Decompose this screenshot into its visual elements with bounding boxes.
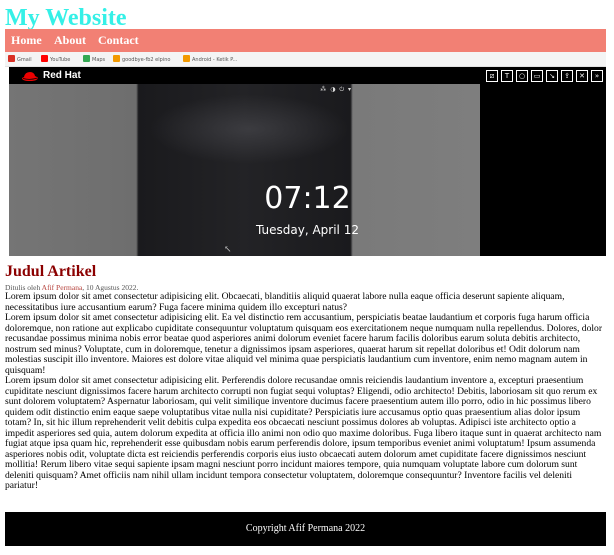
youtube-icon	[41, 55, 48, 62]
article-title: Judul Artikel	[5, 263, 97, 280]
article-screenshot: Red Hat ⧄ T ○ ▭ ↘ ⇪ ✕ » ⁂ ◑ ⏻ ▾ ↖ 07:12 …	[9, 67, 606, 256]
navbar: Home About Contact	[5, 29, 606, 52]
text-icon[interactable]: T	[501, 70, 513, 82]
maps-icon	[83, 55, 90, 62]
wallpaper-shape	[149, 94, 349, 164]
red-hat-logo-icon	[22, 72, 38, 81]
bookmark-gmail[interactable]: Gmail	[8, 55, 32, 64]
bookmark-goodbye[interactable]: goodbye-fb2 elpino	[113, 55, 170, 64]
nav-about-link[interactable]: About	[54, 29, 86, 52]
arrow-icon[interactable]: ↘	[546, 70, 558, 82]
gmail-icon	[8, 55, 15, 62]
rectangle-icon[interactable]: ▭	[531, 70, 543, 82]
nav-home-link[interactable]: Home	[11, 29, 42, 52]
bookmark-maps[interactable]: Maps	[83, 55, 105, 64]
circle-icon[interactable]: ○	[516, 70, 528, 82]
article-paragraph: Lorem ipsum dolor sit amet consectetur a…	[5, 291, 565, 313]
site-title: My Website	[5, 5, 127, 31]
red-hat-brand: Red Hat	[43, 70, 81, 81]
page-icon	[113, 55, 120, 62]
bookmarks-bar: Gmail YouTube Maps goodbye-fb2 elpino An…	[5, 52, 606, 67]
footer-copyright: Copyright Afif Permana 2022	[245, 523, 366, 534]
system-tray: ⁂ ◑ ⏻ ▾	[320, 86, 352, 93]
close-icon[interactable]: ✕	[576, 70, 588, 82]
article-paragraph: Lorem ipsum dolor sit amet consectetur a…	[5, 312, 603, 376]
bookmark-youtube[interactable]: YouTube	[41, 55, 70, 64]
nav-contact-link[interactable]: Contact	[98, 29, 139, 52]
lock-screen-time: 07:12	[264, 181, 351, 216]
footer: Copyright Afif Permana 2022	[5, 512, 606, 546]
lock-screen-date: Tuesday, April 12	[256, 223, 359, 237]
page-icon	[183, 55, 190, 62]
cursor-icon: ↖	[224, 244, 232, 254]
bookmark-android[interactable]: Android - Ketik P...	[183, 55, 237, 64]
expand-icon[interactable]: »	[591, 70, 603, 82]
article-paragraph: Lorem ipsum dolor sit amet consectetur a…	[5, 375, 602, 491]
crop-icon[interactable]: ⧄	[486, 70, 498, 82]
upload-icon[interactable]: ⇪	[561, 70, 573, 82]
article-body: Lorem ipsum dolor sit amet consectetur a…	[5, 291, 605, 492]
